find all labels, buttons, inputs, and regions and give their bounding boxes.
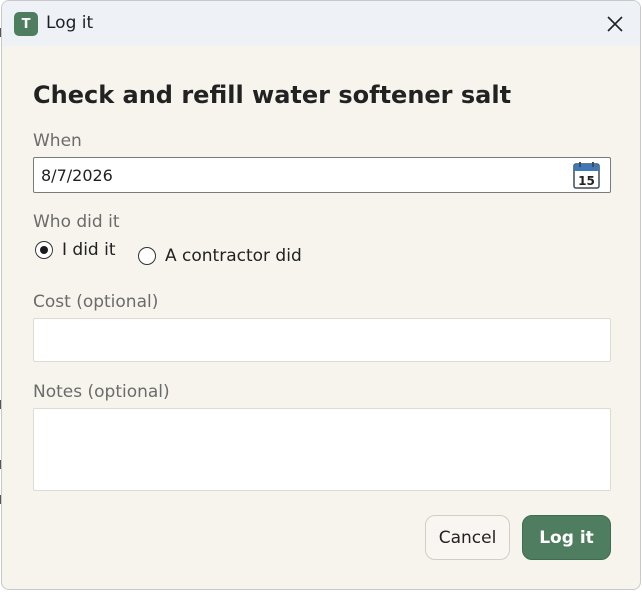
date-picker[interactable]: 8/7/2026 15 xyxy=(33,157,611,193)
task-heading: Check and refill water softener salt xyxy=(33,81,512,109)
when-label: When xyxy=(33,131,82,151)
window-title: Log it xyxy=(46,13,94,33)
calendar-icon[interactable]: 15 xyxy=(573,162,600,189)
app-icon: T xyxy=(14,12,38,36)
radio-label-contractor: A contractor did xyxy=(165,246,302,266)
log-it-button[interactable]: Log it xyxy=(522,515,611,560)
radio-option-self[interactable]: I did it xyxy=(35,240,116,260)
close-icon xyxy=(607,16,623,32)
close-button[interactable] xyxy=(598,7,632,41)
title-bar: T Log it xyxy=(2,1,640,46)
radio-button-checked[interactable] xyxy=(35,241,53,259)
log-it-dialog: T Log it Check and refill water softener… xyxy=(1,0,641,590)
date-value[interactable]: 8/7/2026 xyxy=(41,166,113,185)
who-label: Who did it xyxy=(33,212,120,232)
notes-label: Notes (optional) xyxy=(33,382,170,402)
radio-option-contractor[interactable]: A contractor did xyxy=(138,246,302,266)
radio-button-unchecked[interactable] xyxy=(138,247,156,265)
cost-input[interactable] xyxy=(33,318,611,362)
cancel-button[interactable]: Cancel xyxy=(425,515,510,560)
cost-label: Cost (optional) xyxy=(33,292,159,312)
radio-label-self: I did it xyxy=(62,240,116,260)
calendar-day: 15 xyxy=(578,174,595,188)
notes-textarea[interactable] xyxy=(33,408,611,491)
